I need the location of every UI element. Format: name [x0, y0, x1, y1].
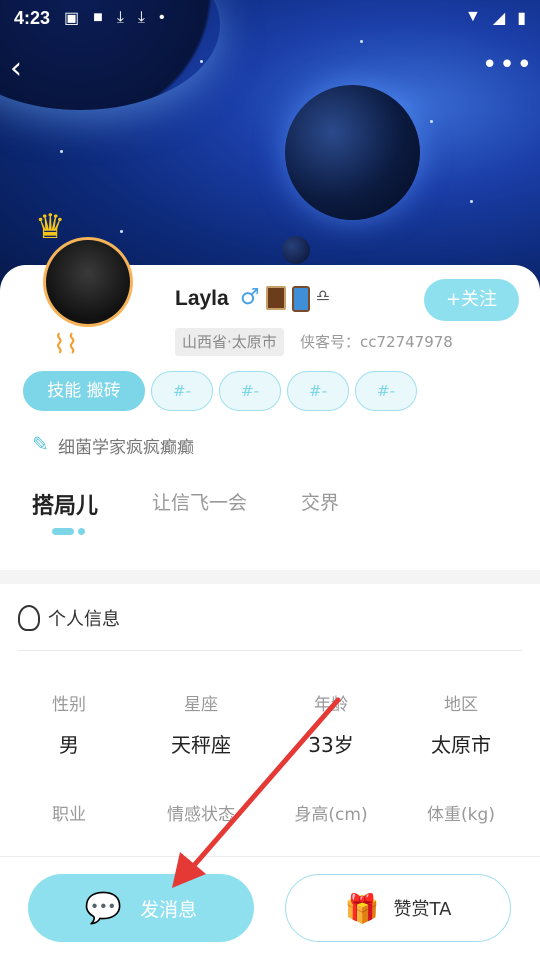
- star-graphic: [470, 200, 473, 203]
- info-label: 性别: [52, 695, 86, 715]
- info-region: 地区 太原市: [396, 690, 526, 758]
- info-gender: 性别 男: [4, 690, 134, 758]
- info-value: 天秤座: [171, 733, 231, 757]
- info-weight: 体重(kg): [396, 800, 526, 825]
- avatar[interactable]: [43, 237, 133, 327]
- hashtag-chip[interactable]: #-: [219, 371, 281, 411]
- libra-badge-icon: ♎: [315, 286, 331, 305]
- tab-jiaojie[interactable]: 交界: [301, 488, 339, 520]
- download-icon: ⤓: [116, 9, 124, 26]
- follow-button[interactable]: +关注: [424, 279, 519, 321]
- badge-list: ♂ ♎: [240, 286, 330, 312]
- star-graphic: [430, 120, 433, 123]
- wifi-icon: ▼: [465, 8, 481, 25]
- planet-graphic: [282, 236, 310, 264]
- info-zodiac: 星座 天秤座: [136, 690, 266, 758]
- image-icon: ▣: [64, 10, 80, 27]
- send-message-button[interactable]: 💬 发消息: [28, 874, 254, 942]
- info-age: 年龄 33岁: [266, 690, 396, 758]
- info-value: 男: [59, 733, 79, 757]
- tab-indicator: [52, 528, 85, 535]
- star-graphic: [60, 150, 63, 153]
- planet-graphic: [285, 85, 420, 220]
- download-icon: ⤓: [137, 9, 145, 26]
- indicator-dash: [52, 528, 74, 535]
- info-label: 地区: [444, 695, 478, 715]
- gift-icon: 🎁: [344, 891, 380, 925]
- personal-info-header: 个人信息: [18, 605, 120, 631]
- indicator-dot: [78, 528, 85, 535]
- more-options-button[interactable]: •••: [482, 52, 532, 81]
- status-time: 4:23: [14, 7, 51, 28]
- info-occupation: 职业: [4, 800, 134, 825]
- section-title: 个人信息: [48, 609, 120, 630]
- tab-rangxinfei[interactable]: 让信飞一会: [152, 488, 247, 520]
- avatar-container[interactable]: ♛ ⌇⌇: [35, 210, 145, 370]
- username: Layla: [175, 287, 229, 310]
- star-graphic: [200, 60, 203, 63]
- hashtag-chip[interactable]: #-: [287, 371, 349, 411]
- info-label: 职业: [52, 805, 86, 825]
- dot-icon: •: [158, 9, 165, 26]
- back-button[interactable]: ‹: [10, 52, 40, 86]
- info-label: 星座: [184, 695, 218, 715]
- location-tag: 山西省·太原市: [175, 328, 284, 356]
- divider: [18, 650, 522, 651]
- star-graphic: [360, 40, 363, 43]
- status-bar: 4:23 ▣ ■ ⤓ ⤓ • ▼ ◢ ▮: [0, 0, 540, 36]
- info-value: 太原市: [431, 733, 491, 757]
- signature-text: 细菌学家疯疯癫癫: [58, 437, 194, 458]
- info-label: 体重(kg): [427, 805, 495, 825]
- signature-row: ✎ 细菌学家疯疯癫癫: [32, 432, 194, 458]
- info-height: 身高(cm): [266, 800, 396, 825]
- info-label: 情感状态: [167, 805, 235, 825]
- tag-list: 技能 搬砖 #- #- #- #-: [23, 371, 417, 411]
- phone-badge-icon: [291, 286, 310, 312]
- person-icon: [18, 605, 40, 631]
- info-value: 33岁: [308, 733, 354, 757]
- male-gender-icon: ♂: [240, 285, 260, 310]
- avatar-decoration-icon: ⌇⌇: [53, 330, 79, 360]
- send-message-label: 发消息: [140, 898, 198, 921]
- reward-button[interactable]: 🎁 赞赏TA: [285, 874, 511, 942]
- signal-icon: ◢: [492, 10, 506, 27]
- section-divider: [0, 570, 540, 584]
- hashtag-chip[interactable]: #-: [355, 371, 417, 411]
- reward-label: 赞赏TA: [393, 899, 452, 920]
- chat-bubble-icon: 💬: [84, 890, 123, 926]
- user-id: 侠客号：cc72747978: [300, 333, 453, 351]
- battery-icon: ▮: [517, 10, 526, 27]
- info-label: 年龄: [314, 695, 348, 715]
- tab-dajuer[interactable]: 搭局儿: [32, 488, 98, 520]
- pen-icon: ✎: [32, 432, 49, 456]
- hashtag-chip[interactable]: #-: [151, 371, 213, 411]
- info-relationship: 情感状态: [136, 800, 266, 825]
- info-label: 身高(cm): [294, 805, 368, 825]
- skill-tag[interactable]: 技能 搬砖: [23, 371, 145, 411]
- profile-tabs: 搭局儿 让信飞一会 交界: [32, 488, 393, 520]
- level-badge-icon: [265, 286, 286, 310]
- square-icon: ■: [93, 9, 103, 26]
